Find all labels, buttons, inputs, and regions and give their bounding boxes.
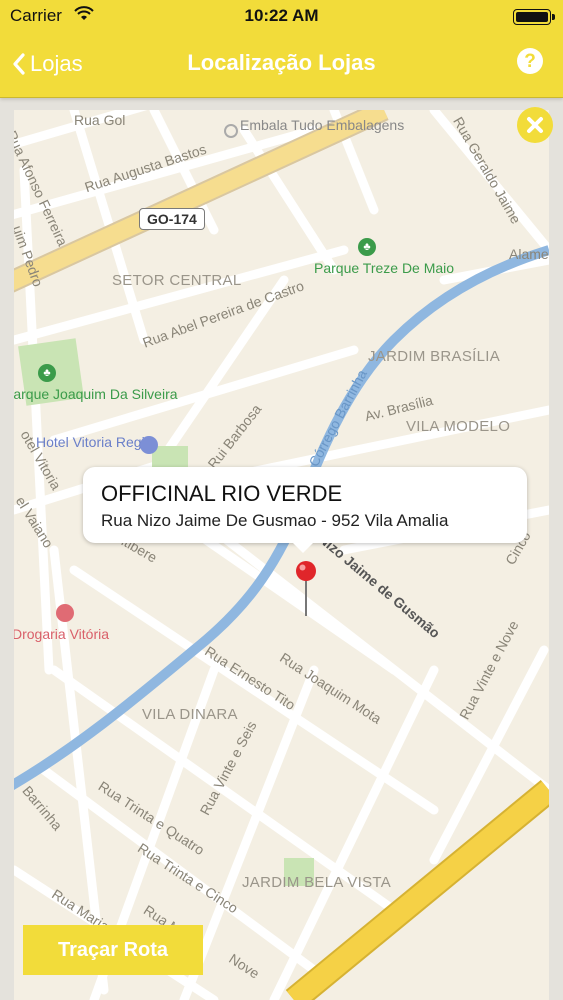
- store-callout[interactable]: OFFICINAL RIO VERDE Rua Nizo Jaime De Gu…: [83, 467, 527, 553]
- poi-label: Hotel Vitoria Regia: [36, 434, 153, 450]
- street-label: Rua Gol: [74, 112, 126, 128]
- status-bar: Carrier 10:22 AM: [0, 0, 563, 32]
- close-button[interactable]: [517, 107, 553, 143]
- map-roads: [14, 110, 549, 1000]
- area-label: SETOR CENTRAL: [112, 272, 242, 289]
- map-view[interactable]: Rua Gol Rua Afonso Ferreira Rua Augusta …: [14, 110, 549, 1000]
- store-address: Rua Nizo Jaime De Gusmao - 952 Vila Amal…: [101, 511, 449, 530]
- help-icon[interactable]: ?: [517, 48, 543, 74]
- back-button[interactable]: Lojas: [12, 46, 83, 82]
- area-label: VILA MODELO: [406, 418, 511, 435]
- clock-label: 10:22 AM: [244, 6, 319, 25]
- highway-shield: GO-174: [139, 208, 205, 230]
- area-label: JARDIM BRASÍLIA: [368, 348, 501, 365]
- area-label: VILA DINARA: [142, 706, 238, 723]
- tree-icon: ♣: [38, 364, 56, 382]
- page-title: Localização Lojas: [187, 50, 376, 75]
- park-label: Parque Joaquim Da Silveira: [14, 386, 178, 402]
- bed-icon: [140, 436, 158, 454]
- poi-icon: [224, 124, 238, 138]
- location-pin-icon[interactable]: [294, 560, 318, 625]
- chevron-left-icon: [13, 53, 25, 75]
- street-label: Alameda: [509, 246, 549, 262]
- poi-label: Embala Tudo Embalagens: [240, 117, 405, 133]
- store-name: OFFICINAL RIO VERDE: [101, 481, 343, 506]
- area-label: JARDIM BELA VISTA: [242, 874, 392, 891]
- pharmacy-icon: [56, 604, 74, 622]
- battery-icon: [513, 9, 555, 25]
- close-icon: [527, 117, 543, 133]
- route-button[interactable]: Traçar Rota: [23, 925, 203, 975]
- poi-label: Drogaria Vitória: [14, 626, 110, 642]
- back-label: Lojas: [30, 51, 83, 76]
- top-bar: Carrier 10:22 AM Lojas Localização Lojas…: [0, 0, 563, 98]
- park-label: Parque Treze De Maio: [314, 260, 455, 276]
- tree-icon: ♣: [358, 238, 376, 256]
